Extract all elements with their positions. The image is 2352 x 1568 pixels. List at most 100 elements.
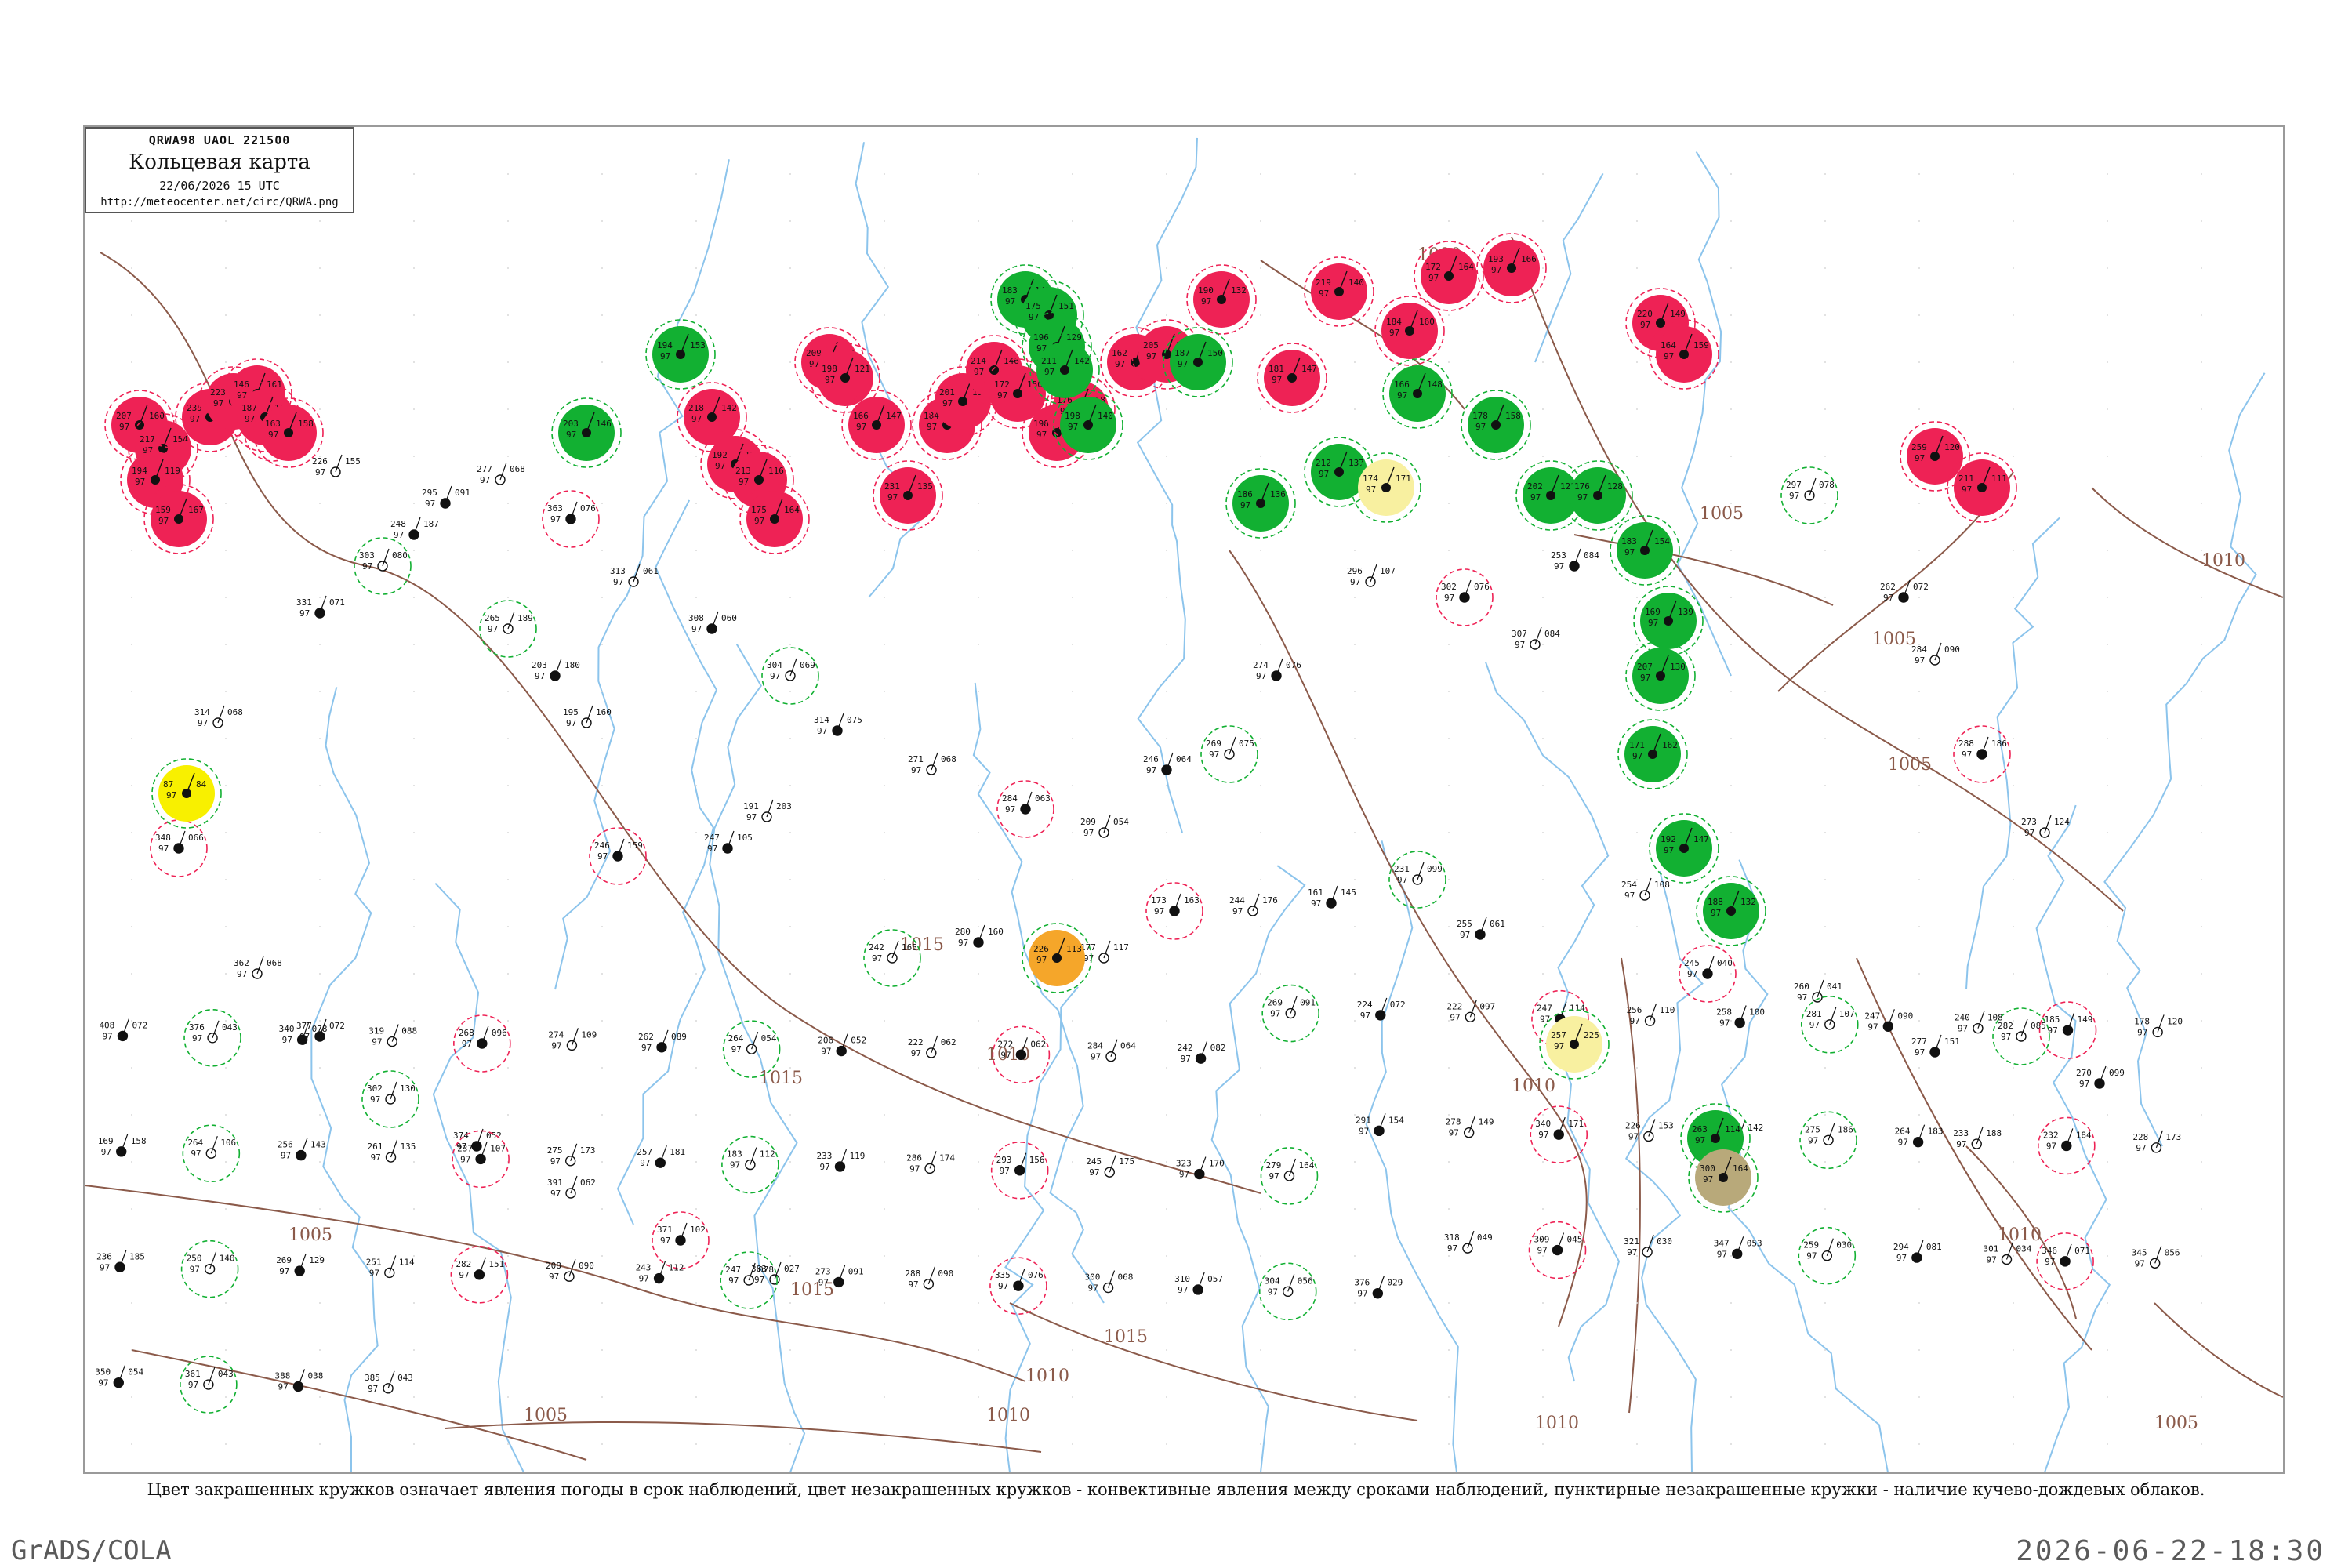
station-plot[interactable]: 27597 173 (547, 1143, 596, 1167)
station-orange[interactable]: 22697 113 (1022, 923, 1092, 993)
station-green[interactable]: 17197 162 (1617, 719, 1688, 789)
station-green[interactable]: 19297 147 (1649, 813, 1719, 884)
station-green[interactable]: 21197 142 (1029, 335, 1100, 405)
station-green[interactable]: 19897 140 (1053, 390, 1123, 460)
station-plot[interactable]: 31097 057 (1174, 1272, 1223, 1295)
station-plot[interactable]: 26297 072 (1880, 579, 1929, 603)
station-plot[interactable]: 25897 100 (1716, 1005, 1765, 1028)
station-plot[interactable]: 22497 072 (1357, 997, 1406, 1021)
station-plot[interactable]: 34897 066 (150, 819, 208, 877)
station-green[interactable]: 20397 146 (551, 397, 622, 468)
station-plot[interactable]: 24297 082 (1178, 1040, 1226, 1064)
station-plot[interactable]: 28097 160 (955, 924, 1004, 948)
station-red[interactable]: 17297 164 (1414, 241, 1484, 311)
station-plot[interactable]: 30197 034 (1983, 1242, 2032, 1265)
station-plot[interactable]: 31997 088 (368, 1024, 417, 1047)
station-plot[interactable]: 27497 076 (1253, 658, 1301, 681)
station-plot[interactable]: 22297 097 (1446, 1000, 1495, 1022)
station-red[interactable]: 19397 166 (1476, 233, 1547, 303)
station-plot[interactable]: 31897 049 (1444, 1230, 1493, 1254)
station-plot[interactable]: 32197 030 (1624, 1234, 1672, 1258)
station-plot[interactable]: 24697 064 (1143, 752, 1192, 775)
station-red[interactable]: 18497 160 (1374, 296, 1445, 366)
station-olive[interactable]: 30097 164 (1688, 1142, 1759, 1213)
station-plot[interactable]: 25097 140 (180, 1240, 239, 1298)
station-plot[interactable]: 20997 054 (1080, 815, 1129, 838)
station-plot[interactable]: 31497 068 (194, 705, 243, 728)
station-plot[interactable]: 22697 153 (1625, 1119, 1674, 1142)
station-plot[interactable]: 24097 108 (1955, 1011, 2003, 1034)
station-plot[interactable]: 25397 084 (1551, 548, 1599, 572)
station-plot[interactable]: 20397 180 (532, 658, 580, 681)
station-plot[interactable]: 26497 183 (1895, 1124, 1944, 1148)
station-plot[interactable]: 25197 114 (366, 1255, 415, 1278)
station-plot[interactable]: 28197107 (1800, 996, 1859, 1054)
station-plot[interactable]: 25797 181 (637, 1145, 685, 1168)
station-plot[interactable]: 30397 080 (354, 537, 412, 595)
station-plot[interactable]: 27097 099 (2076, 1065, 2125, 1089)
station-plot[interactable]: 27197 068 (908, 752, 956, 775)
station-green[interactable]: 19497 153 (645, 319, 716, 390)
station-green[interactable]: 18797 150 (1163, 327, 1233, 397)
station-plot[interactable]: 26197 135 (368, 1139, 416, 1163)
station-plot[interactable]: 17797117 (1080, 940, 1129, 964)
station-plot[interactable]: 26997 091 (1261, 984, 1319, 1043)
station-red[interactable]: 23197 135 (873, 460, 943, 531)
station-plot[interactable]: 30497 069 (761, 647, 819, 705)
station-plot[interactable]: 30097 068 (1085, 1270, 1134, 1294)
station-plot[interactable]: 30297 076 (1436, 568, 1494, 626)
station-plot[interactable]: 29197 154 (1356, 1113, 1404, 1136)
station-plot[interactable]: 24597 040 (1679, 945, 1737, 1003)
station-plot[interactable]: 17897 120 (2134, 1014, 2183, 1037)
station-plot[interactable]: 28897 186 (1953, 725, 2011, 783)
station-plot[interactable]: 30297 130 (361, 1070, 419, 1128)
station-light_yellow[interactable]: 25797 225 (1539, 1009, 1610, 1080)
station-plot[interactable]: 34797 053 (1714, 1236, 1762, 1259)
station-plot[interactable]: 24697 159 (589, 827, 647, 885)
station-plot[interactable]: 24597 175 (1086, 1154, 1134, 1178)
station-red[interactable]: 21197 111 (1947, 452, 2017, 523)
map-url[interactable]: http://meteocenter.net/circ/QRWA.png (86, 196, 353, 209)
station-plot[interactable]: 27397 091 (815, 1265, 864, 1287)
station-red[interactable]: 21997 140 (1304, 256, 1374, 327)
station-plot[interactable]: 29397 156 (990, 1141, 1049, 1200)
station-plot[interactable]: 25697 143 (278, 1138, 326, 1161)
map-canvas[interactable]: 1000100510101015101510101010100510101015… (85, 127, 2283, 1472)
station-plot[interactable]: 28697 174 (906, 1151, 955, 1174)
station-green[interactable]: 18897 132 (1696, 876, 1766, 946)
station-green[interactable]: 18697 136 (1225, 468, 1296, 539)
station-plot[interactable]: 23297 184 (2038, 1116, 2096, 1175)
station-plot[interactable]: 20897 090 (546, 1259, 594, 1282)
station-plot[interactable]: 24897 187 (390, 517, 439, 540)
station-plot[interactable]: 36397 076 (542, 490, 600, 548)
station-plot[interactable]: 27997 164 (1260, 1147, 1319, 1205)
station-red[interactable]: 16397 158 (253, 397, 324, 468)
station-plot[interactable]: 32397 170 (1176, 1156, 1225, 1180)
station-plot[interactable]: 28497 090 (1911, 642, 1960, 666)
station-red[interactable]: 19097 132 (1186, 264, 1257, 335)
station-plot[interactable]: 28497 063 (996, 780, 1054, 838)
station-plot[interactable]: 40897 072 (99, 1018, 147, 1041)
station-plot[interactable]: 28297 151 (450, 1246, 509, 1304)
station-plot[interactable]: 30497 056 (1258, 1262, 1317, 1321)
station-plot[interactable]: 26497 106 (182, 1124, 241, 1183)
station-plot[interactable]: 26997 129 (276, 1253, 325, 1276)
station-plot[interactable]: 27797 068 (477, 462, 525, 485)
station-plot[interactable]: 37197 102 (652, 1211, 710, 1269)
station-plot[interactable]: 26297 089 (638, 1029, 687, 1053)
station-plot[interactable]: 17397 163 (1145, 882, 1203, 940)
station-green[interactable]: 18397 154 (1610, 515, 1680, 586)
station-red[interactable]: 18197 147 (1257, 343, 1327, 413)
station-green[interactable]: 20797 130 (1625, 641, 1696, 711)
station-plot[interactable]: 33597 076 (989, 1257, 1047, 1315)
station-plot[interactable]: 36197 043 (180, 1356, 238, 1414)
station-plot[interactable]: 27497 109 (548, 1028, 597, 1051)
station-plot[interactable]: 25597 061 (1457, 916, 1505, 940)
station-plot[interactable]: 30797 084 (1512, 626, 1560, 650)
station-plot[interactable]: 38597 043 (365, 1370, 413, 1394)
station-plot[interactable]: 28897 090 (905, 1266, 953, 1290)
station-plot[interactable]: 25997 030 (1798, 1226, 1857, 1285)
station-plot[interactable]: 16997 158 (98, 1134, 147, 1157)
station-plot[interactable]: 30897 060 (688, 611, 737, 634)
station-yellow[interactable]: 8797 84 (151, 758, 222, 829)
